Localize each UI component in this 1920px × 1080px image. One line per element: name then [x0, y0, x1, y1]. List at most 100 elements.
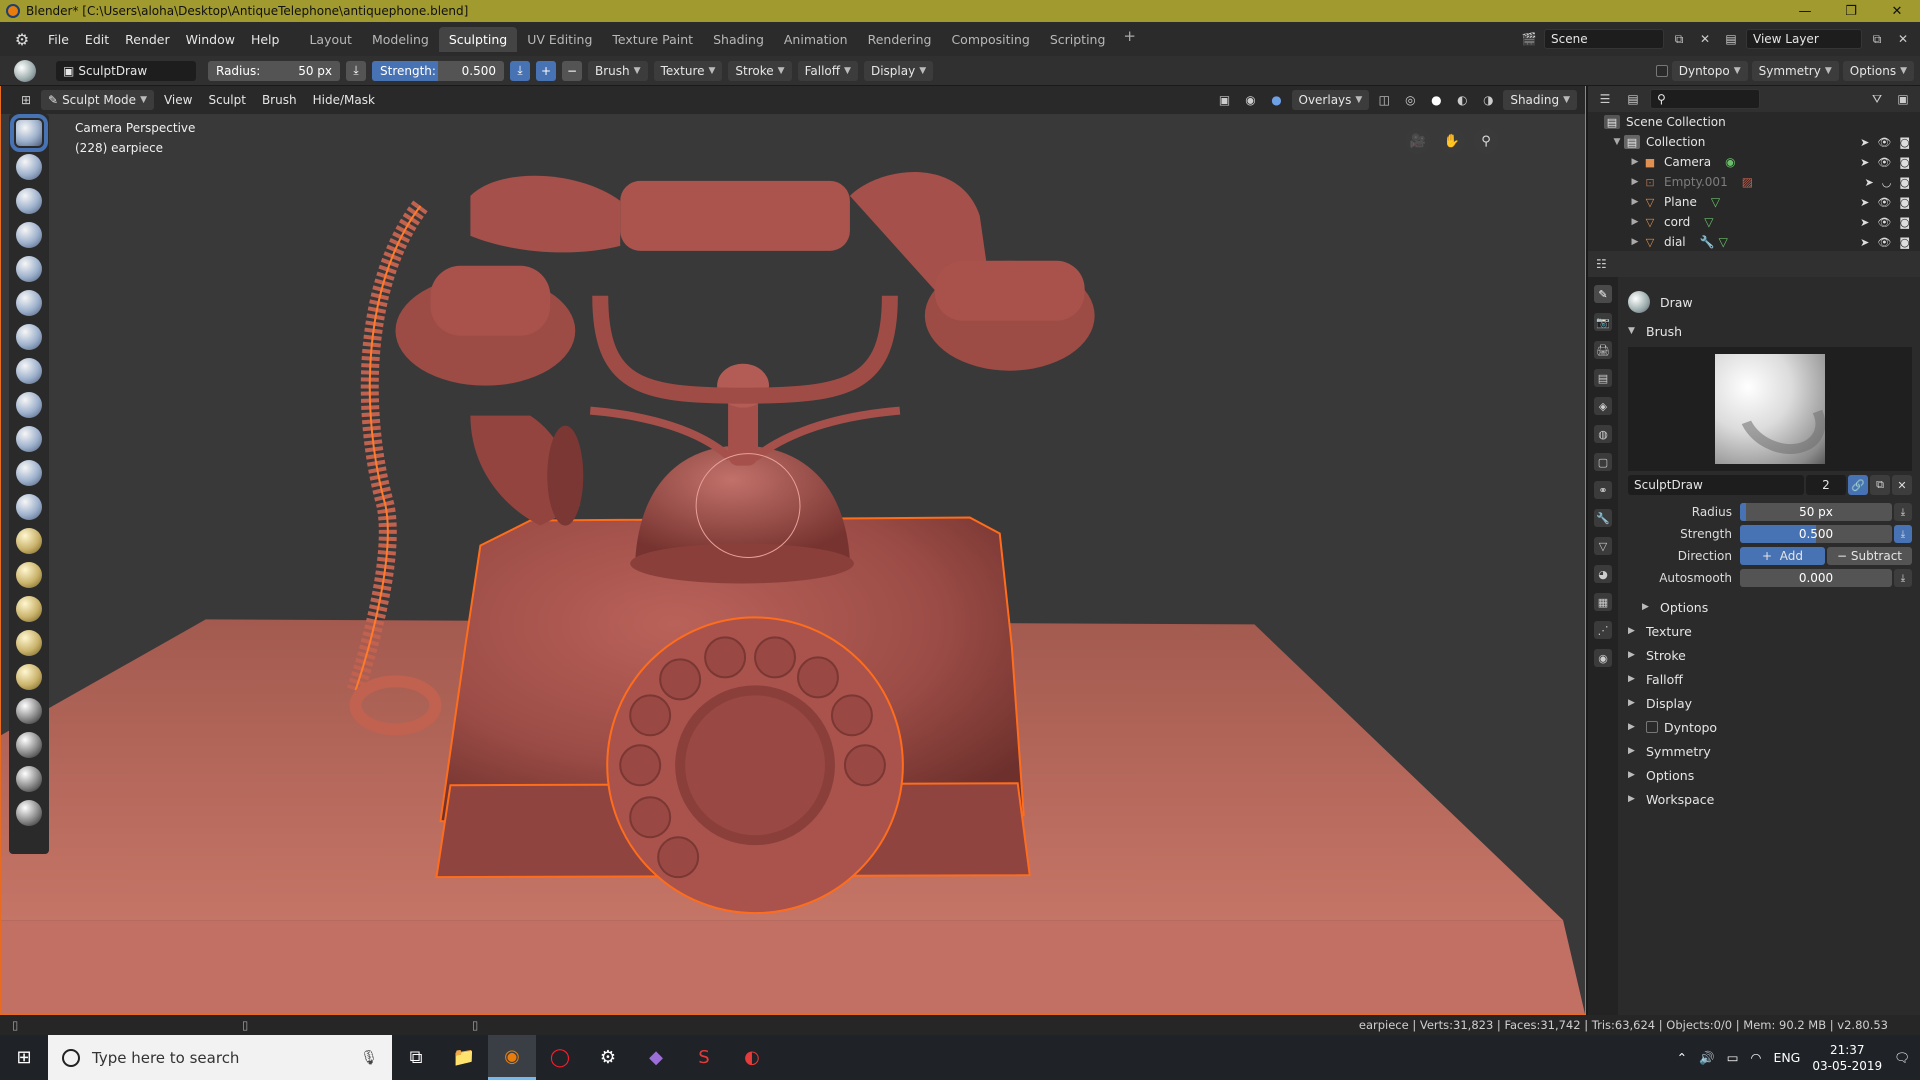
- volume-icon[interactable]: 🔊: [1699, 1050, 1715, 1066]
- strength-pressure-icon[interactable]: ⤓: [510, 60, 530, 81]
- tab-active-tool-icon[interactable]: ✎: [1594, 285, 1612, 303]
- file-explorer-icon[interactable]: 📁: [440, 1035, 488, 1080]
- taskbar-search[interactable]: Type here to search 🎙: [48, 1035, 392, 1080]
- outliner-scene-collection[interactable]: ▤ Scene Collection: [1588, 112, 1920, 132]
- expand-triangle-icon[interactable]: ▶: [1628, 157, 1642, 167]
- blender-menu-icon[interactable]: ⚙: [10, 27, 34, 51]
- overlays-menu[interactable]: Overlays ▼: [1291, 90, 1370, 110]
- radius-pressure-icon[interactable]: ⤓: [346, 60, 366, 81]
- tool-pinch[interactable]: [16, 494, 42, 520]
- tab-texture-paint[interactable]: Texture Paint: [602, 27, 703, 52]
- stroke-panel-header[interactable]: ▶ Stroke: [1628, 643, 1912, 667]
- view-layer-icon[interactable]: ▤: [1720, 29, 1742, 49]
- eye-closed-icon[interactable]: ◡: [1882, 176, 1892, 189]
- tool-crease[interactable]: [16, 324, 42, 350]
- notifications-icon[interactable]: 🗨: [1894, 1050, 1910, 1066]
- dyntopo-checkbox[interactable]: [1655, 64, 1668, 77]
- expand-triangle-icon[interactable]: ▼: [1610, 137, 1624, 147]
- menu-render[interactable]: Render: [117, 32, 178, 47]
- falloff-panel-header[interactable]: ▶ Falloff: [1628, 667, 1912, 691]
- unlink-brush-icon[interactable]: ✕: [1892, 475, 1912, 495]
- tab-particles-icon[interactable]: ⋰: [1594, 621, 1612, 639]
- view-layer-field[interactable]: View Layer: [1746, 29, 1862, 49]
- microphone-icon[interactable]: 🎙: [360, 1050, 378, 1066]
- camera-render-icon[interactable]: ◙: [1899, 176, 1910, 189]
- tool-flatten[interactable]: [16, 392, 42, 418]
- menu-brush[interactable]: Brush: [256, 93, 303, 107]
- eye-icon[interactable]: 👁: [1877, 136, 1891, 149]
- direction-subtract-button[interactable]: −: [562, 60, 582, 81]
- outliner-item-empty[interactable]: ▶ ⊡ Empty.001 ▨ ➤ ◡ ◙: [1588, 172, 1920, 192]
- tab-shading[interactable]: Shading: [703, 27, 774, 52]
- autosmooth-pressure-icon[interactable]: ⤓: [1894, 569, 1912, 587]
- tool-simplify[interactable]: [16, 698, 42, 724]
- dyntopo-panel-header[interactable]: ▶ Dyntopo: [1628, 715, 1912, 739]
- outliner-item-cord[interactable]: ▶ ▽ cord ▽ ➤ 👁 ◙: [1588, 212, 1920, 232]
- material-shading-icon[interactable]: ◐: [1451, 90, 1473, 110]
- eye-icon[interactable]: 👁: [1877, 156, 1891, 169]
- camera-render-icon[interactable]: ◙: [1899, 216, 1910, 229]
- fake-user-icon[interactable]: 🔗: [1848, 475, 1868, 495]
- workspace-panel-header[interactable]: ▶ Workspace: [1628, 787, 1912, 811]
- expand-triangle-icon[interactable]: ▶: [1628, 197, 1642, 207]
- language-indicator[interactable]: ENG: [1773, 1050, 1800, 1065]
- menu-help[interactable]: Help: [243, 32, 288, 47]
- outliner-search-input[interactable]: ⚲: [1650, 89, 1760, 109]
- scene-name-field[interactable]: Scene: [1544, 29, 1664, 49]
- xray-toggle-icon[interactable]: ◫: [1373, 90, 1395, 110]
- steam-icon[interactable]: ⚙: [584, 1035, 632, 1080]
- tool-mask[interactable]: [16, 732, 42, 758]
- tool-smooth[interactable]: [16, 358, 42, 384]
- eye-icon[interactable]: 👁: [1877, 236, 1891, 249]
- tool-rotate[interactable]: [16, 664, 42, 690]
- tool-nudge[interactable]: [16, 630, 42, 656]
- tab-scripting[interactable]: Scripting: [1040, 27, 1116, 52]
- active-brush-icon[interactable]: [14, 59, 36, 82]
- tab-material-icon[interactable]: ◕: [1594, 565, 1612, 583]
- brush-users-count[interactable]: 2: [1806, 475, 1846, 495]
- outliner-item-dial[interactable]: ▶ ▽ dial 🔧 ▽ ➤ 👁 ◙: [1588, 232, 1920, 252]
- tab-animation[interactable]: Animation: [774, 27, 858, 52]
- tool-scrape[interactable]: [16, 460, 42, 486]
- add-workspace-button[interactable]: +: [1115, 27, 1144, 52]
- strength-field[interactable]: 0.500: [1740, 525, 1892, 543]
- dyntopo-menu[interactable]: Dyntopo ▼: [1671, 60, 1748, 81]
- radius-slider[interactable]: Radius: 50 px: [208, 60, 340, 81]
- tab-uv-editing[interactable]: UV Editing: [517, 27, 602, 52]
- tool-snake-hook[interactable]: [16, 562, 42, 588]
- brush-name-input[interactable]: SculptDraw: [1628, 475, 1804, 495]
- delete-view-layer-icon[interactable]: ✕: [1892, 29, 1914, 49]
- taskbar-clock[interactable]: 21:37 03-05-2019: [1812, 1042, 1882, 1074]
- solid-shading-icon[interactable]: ●: [1425, 90, 1447, 110]
- display-mode-icon[interactable]: ▤: [1622, 89, 1644, 109]
- strength-slider[interactable]: Strength: 0.500: [372, 60, 504, 81]
- menu-window[interactable]: Window: [178, 32, 243, 47]
- tool-grab[interactable]: [16, 528, 42, 554]
- tool-box-hide[interactable]: [16, 800, 42, 826]
- shading-menu[interactable]: Shading ▼: [1503, 90, 1577, 110]
- tool-fill[interactable]: [16, 426, 42, 452]
- outliner-editor-type-icon[interactable]: ☰: [1594, 89, 1616, 109]
- menu-edit[interactable]: Edit: [77, 32, 117, 47]
- brush-options-subpanel[interactable]: ▶ Options: [1628, 595, 1912, 619]
- opera-icon[interactable]: ◯: [536, 1035, 584, 1080]
- tab-modeling[interactable]: Modeling: [362, 27, 439, 52]
- texture-menu[interactable]: Texture ▼: [653, 60, 723, 81]
- tool-thumb[interactable]: [16, 596, 42, 622]
- blender-taskbar-icon[interactable]: ◉: [488, 1035, 536, 1080]
- options-menu[interactable]: Options ▼: [1842, 60, 1914, 81]
- tool-layer[interactable]: [16, 222, 42, 248]
- gizmo-visibility-icon[interactable]: ◉: [1240, 90, 1262, 110]
- brush-preview[interactable]: [1628, 347, 1912, 471]
- new-scene-icon[interactable]: ⧉: [1668, 29, 1690, 49]
- battery-icon[interactable]: ▭: [1727, 1050, 1739, 1065]
- display-panel-header[interactable]: ▶ Display: [1628, 691, 1912, 715]
- close-button[interactable]: ✕: [1874, 0, 1920, 22]
- tool-draw[interactable]: [10, 114, 48, 152]
- tool-clay[interactable]: [16, 154, 42, 180]
- falloff-menu[interactable]: Falloff ▼: [797, 60, 858, 81]
- radius-pressure-icon[interactable]: ⤓: [1894, 503, 1912, 521]
- eye-icon[interactable]: 👁: [1877, 196, 1891, 209]
- select-arrow-icon[interactable]: ➤: [1864, 176, 1873, 189]
- media-app-icon[interactable]: ◐: [728, 1035, 776, 1080]
